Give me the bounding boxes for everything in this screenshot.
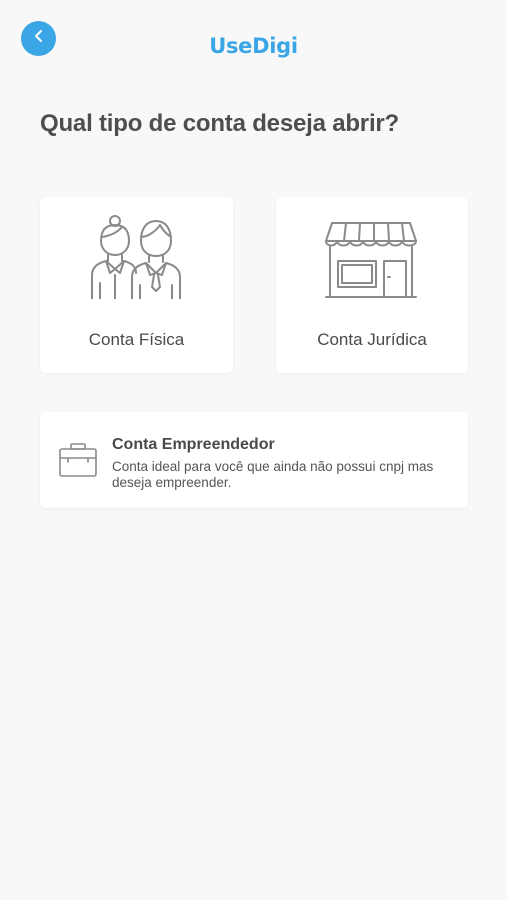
conta-empreendedor-card[interactable]: Conta Empreendedor Conta ideal para você… bbox=[40, 412, 468, 508]
conta-fisica-label: Conta Física bbox=[88, 330, 185, 349]
briefcase-icon bbox=[58, 442, 98, 483]
conta-empreendedor-title: Conta Empreendedor bbox=[112, 436, 275, 453]
people-icon bbox=[88, 215, 184, 304]
conta-empreendedor-description: Conta ideal para você que ainda não poss… bbox=[112, 459, 434, 490]
conta-juridica-card[interactable]: Conta Jurídica bbox=[276, 197, 468, 373]
conta-juridica-label: Conta Jurídica bbox=[317, 330, 427, 349]
storefront-icon bbox=[324, 221, 420, 306]
app-logo: UseDigi bbox=[209, 34, 298, 58]
conta-fisica-card[interactable]: Conta Física bbox=[40, 197, 233, 373]
page-title: Qual tipo de conta deseja abrir? bbox=[40, 110, 400, 137]
